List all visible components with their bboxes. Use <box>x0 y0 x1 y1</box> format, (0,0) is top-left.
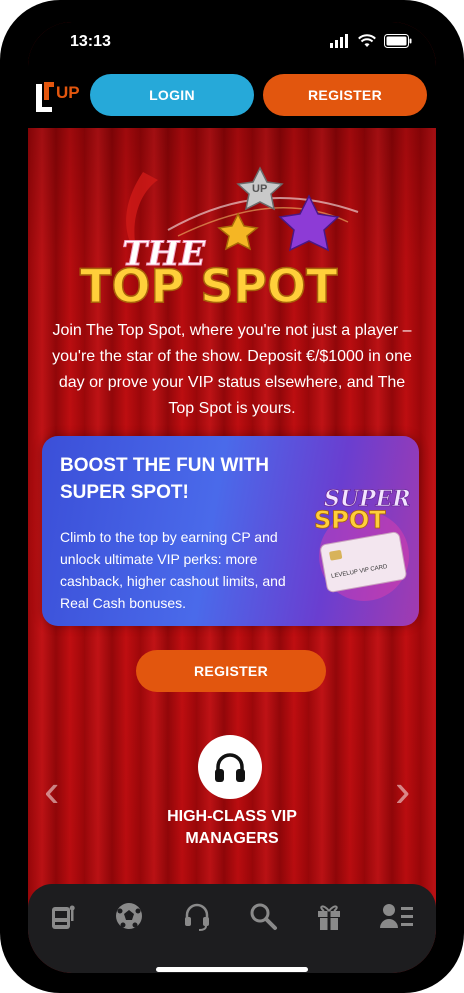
super-spot-promo-card[interactable]: BOOST THE FUN WITH SUPER SPOT! Climb to … <box>42 436 419 626</box>
promo-card-body: Climb to the top by earning CP and unloc… <box>60 529 286 611</box>
promo-card-title: BOOST THE FUN WITH SUPER SPOT! <box>60 455 269 503</box>
carousel-next-arrow[interactable]: › <box>395 767 410 813</box>
status-bar: 13:13 <box>28 22 436 66</box>
profile-list-icon[interactable] <box>380 899 414 933</box>
headset-icon[interactable] <box>180 899 214 933</box>
bottom-navigation <box>28 884 436 973</box>
wifi-icon <box>358 34 376 47</box>
signal-icon <box>330 34 348 48</box>
star-badge-text: UP <box>252 183 267 195</box>
register-button-main[interactable]: REGISTER <box>136 650 326 692</box>
slot-machine-icon[interactable] <box>46 899 80 933</box>
battery-icon <box>384 34 412 48</box>
art-text-spot: SPOT <box>314 506 386 534</box>
headphones-icon <box>198 735 262 799</box>
app-screen: 13:13 UP LOGIN REGISTER UP THE TOP SPOT … <box>28 22 436 973</box>
phone-frame: 13:13 UP LOGIN REGISTER UP THE TOP SPOT … <box>0 0 464 993</box>
search-icon[interactable] <box>246 899 280 933</box>
top-spot-hero-logo: UP THE TOP SPOT <box>79 166 359 312</box>
levelup-logo[interactable]: UP <box>34 78 82 116</box>
soccer-ball-icon[interactable] <box>112 899 146 933</box>
gold-star-icon <box>217 212 259 251</box>
logo-text: UP <box>56 83 80 102</box>
register-button-header[interactable]: REGISTER <box>263 74 427 116</box>
login-button[interactable]: LOGIN <box>90 74 254 116</box>
feature-label: HIGH-CLASS VIP MANAGERS <box>167 808 297 847</box>
super-spot-vip-card-art: SUPER SPOT LEVELUP VIP CARD <box>314 486 411 601</box>
status-time: 13:13 <box>70 33 111 50</box>
home-indicator[interactable] <box>156 967 308 972</box>
gift-icon[interactable] <box>312 899 346 933</box>
status-icons <box>330 34 412 48</box>
hero-description: Join The Top Spot, where you're not just… <box>52 322 412 417</box>
hero-title-top-spot: TOP SPOT <box>80 259 338 312</box>
carousel-prev-arrow[interactable]: ‹ <box>44 767 59 813</box>
